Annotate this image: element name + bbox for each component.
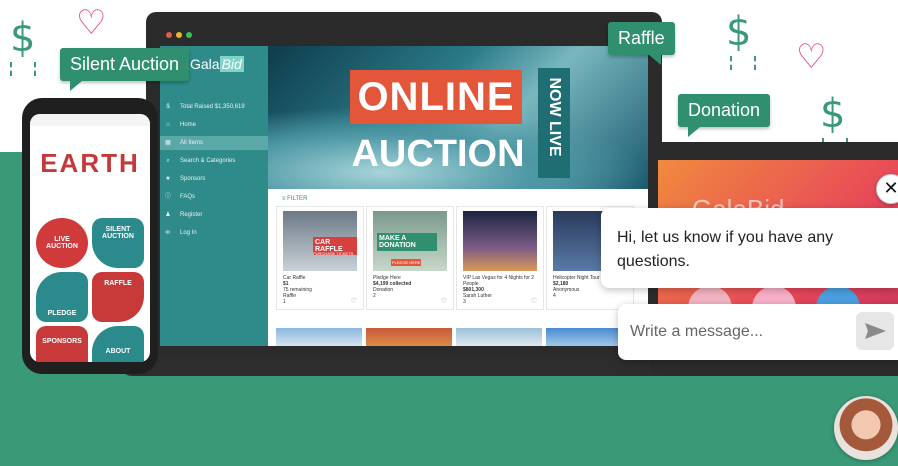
item-thumbnail[interactable] [456,328,542,346]
laptop-device: Gala Bid $ Total Raised $1,350,619 ⌂ Home ▦… [146,12,662,358]
chat-input-bar [618,304,898,360]
chat-message-input[interactable] [628,318,852,346]
item-thumbnail[interactable] [366,328,452,346]
home-icon: ⌂ [166,122,170,128]
login-icon: ⎆ [165,230,171,236]
donation-bubble: Donation [678,94,771,137]
heart-icon: ♡ [796,37,827,77]
favorite-icon[interactable]: ♡ [531,297,537,305]
phone-title: EARTH [40,148,140,178]
phone-tile-live-auction[interactable]: LIVE AUCTION [36,218,88,268]
chat-message: Hi, let us know if you have any question… [601,208,898,288]
send-icon [865,323,886,339]
sidebar: Gala Bid $ Total Raised $1,350,619 ⌂ Home ▦… [160,46,268,346]
item-card[interactable]: VIP Las Vegas for 4 Nights for 2 People … [456,206,544,310]
sidebar-item-register[interactable]: ♟ Register [160,208,268,222]
sidebar-item-total-raised: $ Total Raised $1,350,619 [160,100,268,114]
support-agent-avatar[interactable] [834,396,898,460]
dollar-icon: $ [166,104,170,110]
phone-device: EARTH LIVE AUCTION SILENT AUCTION PLEDGE… [22,98,158,374]
sidebar-item-sponsors[interactable]: ★ Sponsors [160,172,268,186]
user-add-icon: ♟ [165,212,171,218]
car-raffle-image: CAR RAFFLE PURCHASE TICKETS [283,211,357,271]
raffle-bubble: Raffle [608,22,675,65]
hero-now-live-badge: NOW LIVE [538,68,570,178]
silent-auction-bubble: Silent Auction [60,48,190,91]
favorite-icon[interactable]: ♡ [351,297,357,305]
sidebar-item-login[interactable]: ⎆ Log In [160,226,268,240]
window-minimize-dot [176,32,182,38]
search-icon: ⌕ [166,158,170,164]
sidebar-item-search[interactable]: ⌕ Search & Categories [160,154,268,168]
phone-tile-pledge[interactable]: PLEDGE [36,272,88,322]
phone-tile-about[interactable]: ABOUT [92,326,144,362]
sidebar-item-home[interactable]: ⌂ Home [160,118,268,132]
item-thumbnail[interactable] [276,328,362,346]
phone-screen: EARTH LIVE AUCTION SILENT AUCTION PLEDGE… [30,114,150,362]
close-chat-button[interactable]: ✕ [876,174,898,204]
heart-icon: ♡ [76,3,107,43]
dollar-icon: $ [820,91,846,137]
dollar-icon: $ [10,15,36,61]
star-icon: ★ [165,176,171,182]
phone-tile-raffle[interactable]: RAFFLE [92,272,144,322]
sidebar-item-all-items[interactable]: ▦ All Items [160,136,268,150]
hero-online-text: ONLINE [350,70,522,124]
donation-image: MAKE A DONATION PLEDGE HERE [373,211,447,271]
item-card[interactable]: MAKE A DONATION PLEDGE HERE Pledge Here … [366,206,454,310]
window-maximize-dot [186,32,192,38]
item-card[interactable]: CAR RAFFLE PURCHASE TICKETS Car Raffle $… [276,206,364,310]
las-vegas-image [463,211,537,271]
hero-auction-text: AUCTION [351,133,525,175]
phone-tile-silent-auction[interactable]: SILENT AUCTION [92,218,144,268]
phone-tile-sponsors[interactable]: SPONSORS [36,326,88,362]
galabid-logo: Gala Bid [190,56,244,72]
dashes-decoration [10,62,36,76]
close-icon: ✕ [883,178,898,198]
laptop-screen: Gala Bid $ Total Raised $1,350,619 ⌂ Home ▦… [160,46,648,346]
dashes-decoration [730,56,756,70]
send-button[interactable] [856,312,894,350]
phone-status-bar [30,114,150,126]
favorite-icon[interactable]: ♡ [441,297,447,305]
dollar-icon: $ [726,9,752,55]
info-icon: ⓘ [164,194,171,200]
filter-button[interactable]: ≡ FILTER [282,196,307,202]
sidebar-item-faqs[interactable]: ⓘ FAQs [160,190,268,204]
grid-icon: ▦ [165,140,171,146]
window-close-dot [166,32,172,38]
